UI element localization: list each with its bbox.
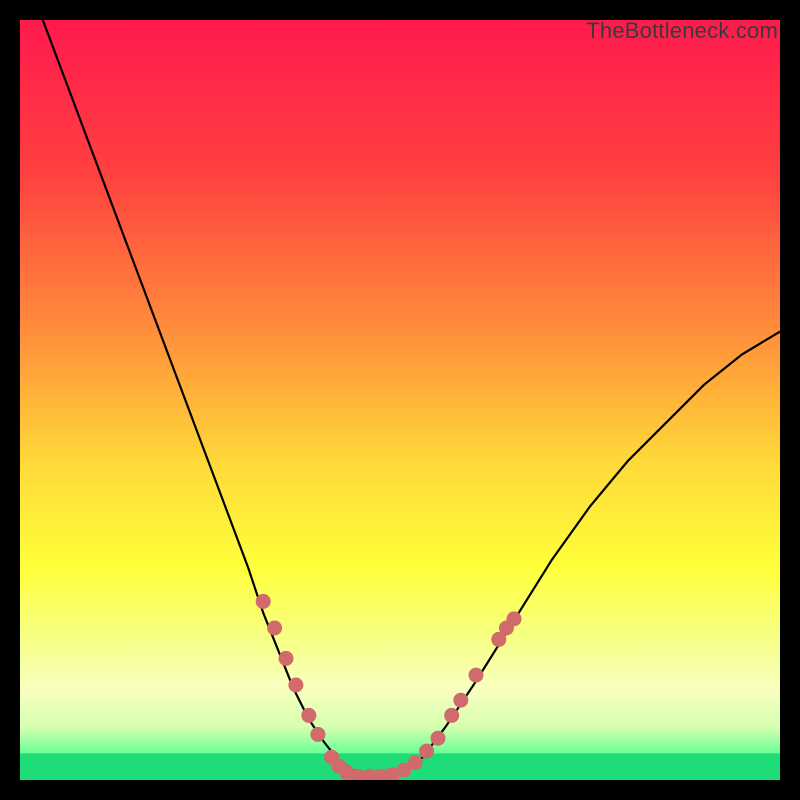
data-dot bbox=[453, 693, 468, 708]
chart-container: TheBottleneck.com bbox=[0, 0, 800, 800]
data-dot bbox=[431, 731, 446, 746]
data-dot bbox=[310, 727, 325, 742]
data-dot bbox=[288, 678, 303, 693]
watermark-text: TheBottleneck.com bbox=[586, 18, 778, 44]
data-dot bbox=[279, 651, 294, 666]
data-dot bbox=[256, 594, 271, 609]
bottleneck-chart bbox=[20, 20, 780, 780]
data-dot bbox=[469, 668, 484, 683]
data-dot bbox=[419, 744, 434, 759]
data-dot bbox=[408, 755, 423, 770]
data-dot bbox=[444, 708, 459, 723]
data-dot bbox=[507, 611, 522, 626]
plot-background bbox=[20, 20, 780, 780]
data-dot bbox=[267, 621, 282, 636]
data-dot bbox=[301, 708, 316, 723]
